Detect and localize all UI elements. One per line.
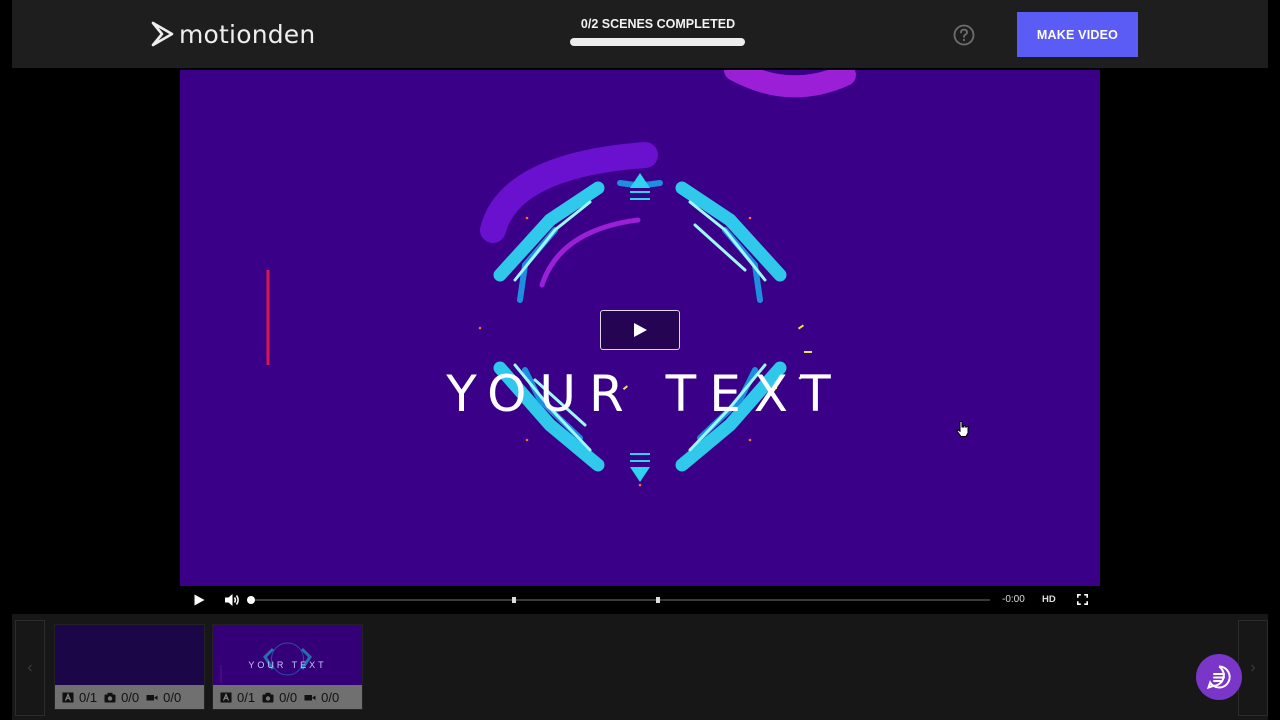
chapter-marker: [512, 597, 516, 603]
chapter-marker: [656, 597, 660, 603]
seek-handle[interactable]: [247, 596, 255, 604]
camera-icon: [262, 692, 274, 702]
scenes-strip: ‹ 0/1 0/0 0/0 YOUR TEXT 0/1 0/0 0/0 ›: [12, 614, 1268, 720]
photo-stat: 0/0: [104, 690, 139, 705]
hand-cursor-icon: [956, 421, 969, 437]
logo-play-icon: [151, 21, 174, 47]
top-bar: motionden 0/2 SCENES COMPLETED MAKE VIDE…: [12, 0, 1268, 68]
chevron-right-icon: ›: [1250, 659, 1256, 676]
chat-button[interactable]: [1196, 654, 1242, 700]
progress-bar: [570, 38, 745, 46]
scene-stats: 0/1 0/0 0/0: [213, 685, 362, 709]
video-camera-icon: [304, 694, 316, 700]
video-overlay-text: YOUR TEXT: [446, 365, 844, 423]
make-video-button[interactable]: MAKE VIDEO: [1017, 12, 1138, 57]
scene-thumbnail: [55, 625, 204, 685]
player-controls: -0:00 HD: [180, 586, 1100, 614]
scroll-left-button[interactable]: ‹: [15, 620, 45, 716]
logo-text: motionden: [179, 19, 316, 49]
progress-label: 0/2 SCENES COMPLETED: [580, 17, 736, 31]
time-remaining: -0:00: [1002, 594, 1025, 605]
volume-icon[interactable]: [224, 593, 240, 607]
logo[interactable]: motionden: [150, 18, 315, 50]
scroll-right-button[interactable]: ›: [1238, 620, 1268, 716]
scene-thumbnail: YOUR TEXT: [213, 625, 362, 685]
scene-thumb-artwork: [220, 642, 312, 683]
chat-icon: [1206, 665, 1231, 690]
scene-stats: 0/1 0/0 0/0: [55, 685, 204, 709]
scenes-progress: 0/2 SCENES COMPLETED: [570, 17, 746, 46]
chevron-left-icon: ‹: [27, 659, 33, 676]
text-stat: 0/1: [62, 690, 97, 705]
big-play-button[interactable]: [600, 310, 680, 350]
scene-card[interactable]: 0/1 0/0 0/0: [54, 624, 205, 710]
video-stat: 0/0: [146, 690, 181, 705]
play-icon[interactable]: [193, 594, 205, 606]
text-stat: 0/1: [220, 690, 255, 705]
fullscreen-icon[interactable]: [1077, 594, 1088, 605]
video-stat: 0/0: [304, 690, 339, 705]
video-preview[interactable]: YOUR TEXT: [180, 70, 1100, 586]
quality-button[interactable]: HD: [1042, 594, 1056, 605]
scene-card[interactable]: YOUR TEXT 0/1 0/0 0/0: [212, 624, 363, 710]
photo-stat: 0/0: [262, 690, 297, 705]
video-camera-icon: [146, 694, 158, 700]
question-circle-icon[interactable]: [953, 24, 975, 46]
camera-icon: [104, 692, 116, 702]
text-icon: [62, 692, 74, 702]
play-icon: [634, 323, 647, 337]
seek-bar[interactable]: [247, 596, 990, 604]
scene-thumb-text: YOUR TEXT: [248, 660, 327, 670]
text-icon: [220, 692, 232, 702]
